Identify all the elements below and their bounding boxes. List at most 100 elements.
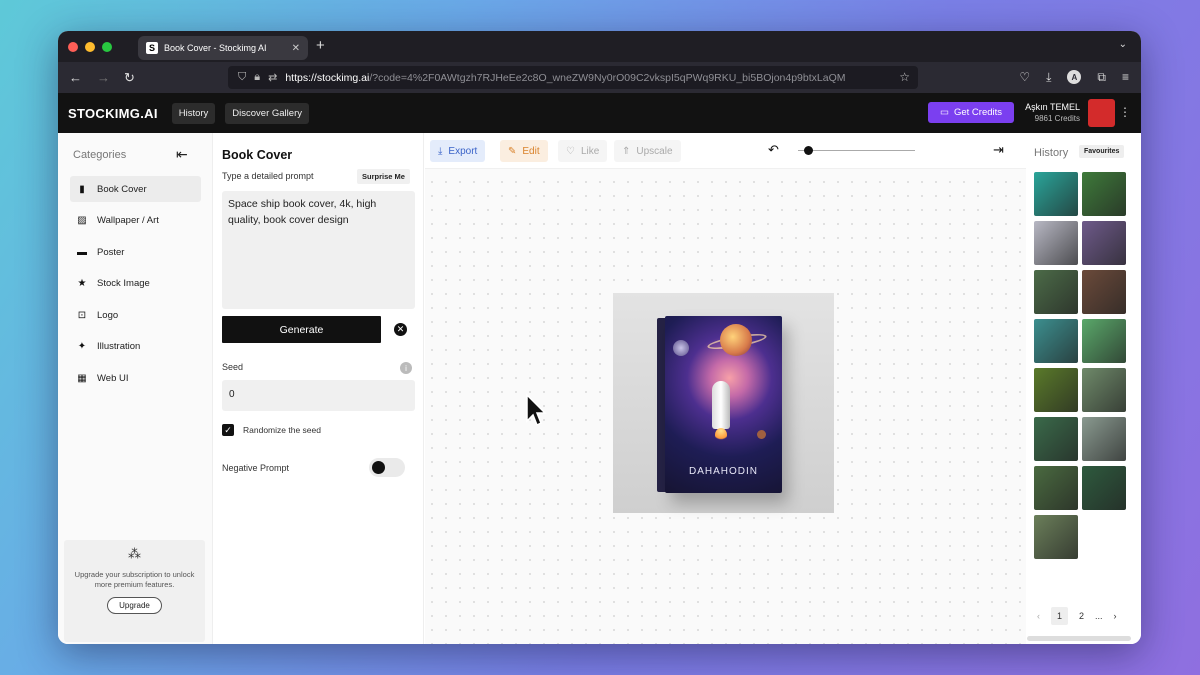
history-thumbnail[interactable] bbox=[1034, 417, 1078, 461]
premium-icon: ⁂ bbox=[128, 546, 141, 561]
canvas-area: ⤓ Export ✎ Edit ♡ Like ⇑ Upscale ↶ ⇥ DAH… bbox=[425, 133, 1026, 644]
generated-image[interactable]: DAHAHODIN bbox=[613, 293, 834, 513]
expand-panel-icon[interactable]: ⇥ bbox=[993, 142, 1004, 158]
history-thumbnail[interactable] bbox=[1082, 417, 1126, 461]
category-label: Stock Image bbox=[97, 278, 150, 289]
close-window-button[interactable] bbox=[68, 42, 78, 52]
minimize-window-button[interactable] bbox=[85, 42, 95, 52]
category-wallpaper-art[interactable]: ▨ Wallpaper / Art bbox=[70, 208, 201, 234]
history-thumbnail[interactable] bbox=[1034, 515, 1078, 559]
mouse-cursor-icon bbox=[526, 393, 547, 427]
upscale-button[interactable]: ⇑ Upscale bbox=[614, 140, 681, 162]
url-text[interactable]: https://stockimg.ai/?code=4%2F0AWtgzh7RJ… bbox=[285, 72, 855, 84]
like-button[interactable]: ♡ Like bbox=[558, 140, 608, 162]
history-thumbnail[interactable] bbox=[1082, 221, 1126, 265]
generate-button[interactable]: Generate bbox=[222, 316, 381, 343]
book-icon: ▮ bbox=[79, 183, 85, 195]
user-name: Aşkın TEMEL bbox=[1025, 102, 1080, 112]
back-arrow-icon[interactable]: ← bbox=[69, 70, 82, 85]
history-thumbnail[interactable] bbox=[1034, 368, 1078, 412]
history-thumbnail[interactable] bbox=[1082, 270, 1126, 314]
canvas-toolbar: ⤓ Export ✎ Edit ♡ Like ⇑ Upscale ↶ ⇥ bbox=[425, 133, 1026, 169]
maximize-window-button[interactable] bbox=[102, 42, 112, 52]
undo-icon[interactable]: ↶ bbox=[768, 142, 779, 158]
forward-arrow-icon[interactable]: → bbox=[97, 70, 110, 85]
history-thumbnail[interactable] bbox=[1082, 466, 1126, 510]
info-icon[interactable]: i bbox=[400, 362, 412, 374]
poster-icon: ▬ bbox=[77, 246, 87, 258]
reload-icon[interactable]: ↻ bbox=[124, 70, 135, 86]
page-2[interactable]: 2 bbox=[1079, 611, 1084, 621]
shield-icon[interactable]: ⛉ bbox=[238, 71, 246, 84]
category-web-ui[interactable]: ▦ Web UI bbox=[70, 365, 201, 391]
chevron-down-icon[interactable]: ⌄ bbox=[1119, 39, 1127, 50]
category-stock-image[interactable]: ★ Stock Image bbox=[70, 271, 201, 297]
bookmark-star-icon[interactable]: ☆ bbox=[899, 70, 910, 84]
history-thumbnail[interactable] bbox=[1034, 466, 1078, 510]
form-title: Book Cover bbox=[222, 148, 293, 162]
small-planet-graphic bbox=[757, 430, 766, 439]
collapse-sidebar-icon[interactable]: ⇤ bbox=[176, 146, 188, 163]
prompt-textarea[interactable]: Space ship book cover, 4k, high quality,… bbox=[222, 191, 415, 309]
seed-label: Seed bbox=[222, 362, 244, 372]
upgrade-button[interactable]: Upgrade bbox=[107, 597, 162, 615]
seed-input[interactable]: 0 bbox=[222, 380, 415, 411]
history-thumbnail[interactable] bbox=[1034, 270, 1078, 314]
browser-tab[interactable]: S Book Cover - Stockimg AI ✕ bbox=[138, 36, 308, 60]
history-thumbnail[interactable] bbox=[1034, 319, 1078, 363]
new-tab-icon[interactable]: + bbox=[316, 37, 325, 54]
pocket-icon[interactable]: ♡ bbox=[1019, 70, 1030, 85]
more-options-icon[interactable]: ⋮ bbox=[1119, 105, 1131, 119]
browser-navbar: ← → ↻ ⛉ 🔒︎ ⇄ https://stockimg.ai/?code=4… bbox=[58, 62, 1141, 93]
book-cover-art: DAHAHODIN bbox=[665, 316, 782, 493]
profile-icon[interactable]: A bbox=[1067, 70, 1082, 84]
category-illustration[interactable]: ✦ Illustration bbox=[70, 334, 201, 360]
avatar[interactable] bbox=[1088, 99, 1115, 127]
history-nav-button[interactable]: History bbox=[171, 102, 216, 124]
edit-button[interactable]: ✎ Edit bbox=[500, 140, 548, 162]
logo-icon: ⊡ bbox=[77, 309, 87, 321]
next-page-icon[interactable]: › bbox=[1114, 611, 1117, 621]
horizontal-scrollbar[interactable] bbox=[1027, 636, 1131, 641]
negative-prompt-label: Negative Prompt bbox=[222, 463, 290, 473]
tab-close-icon[interactable]: ✕ bbox=[292, 43, 300, 54]
export-button[interactable]: ⤓ Export bbox=[430, 140, 486, 162]
app-logo[interactable]: STOCKIMG.AI bbox=[68, 106, 158, 121]
surprise-me-button[interactable]: Surprise Me bbox=[357, 169, 410, 184]
rocket-flame-graphic bbox=[715, 428, 727, 442]
history-thumbnail[interactable] bbox=[1034, 221, 1078, 265]
history-thumbnail[interactable] bbox=[1034, 172, 1078, 216]
randomize-seed-label: Randomize the seed bbox=[243, 425, 321, 435]
moon-graphic bbox=[673, 340, 689, 356]
category-book-cover[interactable]: ▮ Book Cover bbox=[70, 176, 201, 202]
card-icon: ▭ bbox=[939, 107, 949, 118]
upgrade-text: Upgrade your subscription to unlock more… bbox=[74, 570, 195, 590]
clear-prompt-icon[interactable]: ✕ bbox=[394, 323, 407, 336]
history-thumbnail[interactable] bbox=[1082, 319, 1126, 363]
page-1[interactable]: 1 bbox=[1051, 607, 1069, 625]
get-credits-button[interactable]: ▭ Get Credits bbox=[928, 102, 1014, 123]
randomize-seed-checkbox[interactable]: ✓ bbox=[222, 424, 234, 436]
menu-icon[interactable]: ≡ bbox=[1122, 70, 1129, 85]
zoom-slider[interactable] bbox=[798, 150, 915, 151]
permissions-icon[interactable]: ⇄ bbox=[268, 71, 277, 84]
prev-page-icon[interactable]: ‹ bbox=[1037, 611, 1040, 621]
extensions-icon[interactable]: ⧉ bbox=[1097, 70, 1106, 85]
like-label: Like bbox=[580, 145, 600, 157]
zoom-slider-knob[interactable] bbox=[803, 146, 813, 155]
download-icon[interactable]: ⤓ bbox=[1046, 70, 1051, 85]
category-poster[interactable]: ▬ Poster bbox=[70, 239, 201, 265]
prompt-label: Type a detailed prompt bbox=[222, 171, 314, 181]
sparkle-icon: ✦ bbox=[77, 341, 87, 352]
negative-prompt-toggle[interactable] bbox=[369, 458, 405, 477]
discover-gallery-button[interactable]: Discover Gallery bbox=[225, 102, 309, 124]
lock-icon[interactable]: 🔒︎ bbox=[254, 71, 260, 84]
pagination: ‹ 1 2 ... › bbox=[1037, 607, 1117, 625]
url-bar[interactable]: ⛉ 🔒︎ ⇄ https://stockimg.ai/?code=4%2F0AW… bbox=[228, 66, 918, 89]
favourites-button[interactable]: Favourites bbox=[1079, 145, 1125, 158]
history-thumbnail[interactable] bbox=[1082, 368, 1126, 412]
planet-graphic bbox=[720, 324, 752, 356]
history-thumbnail[interactable] bbox=[1082, 172, 1126, 216]
edit-label: Edit bbox=[522, 145, 540, 157]
category-logo[interactable]: ⊡ Logo bbox=[70, 302, 201, 328]
